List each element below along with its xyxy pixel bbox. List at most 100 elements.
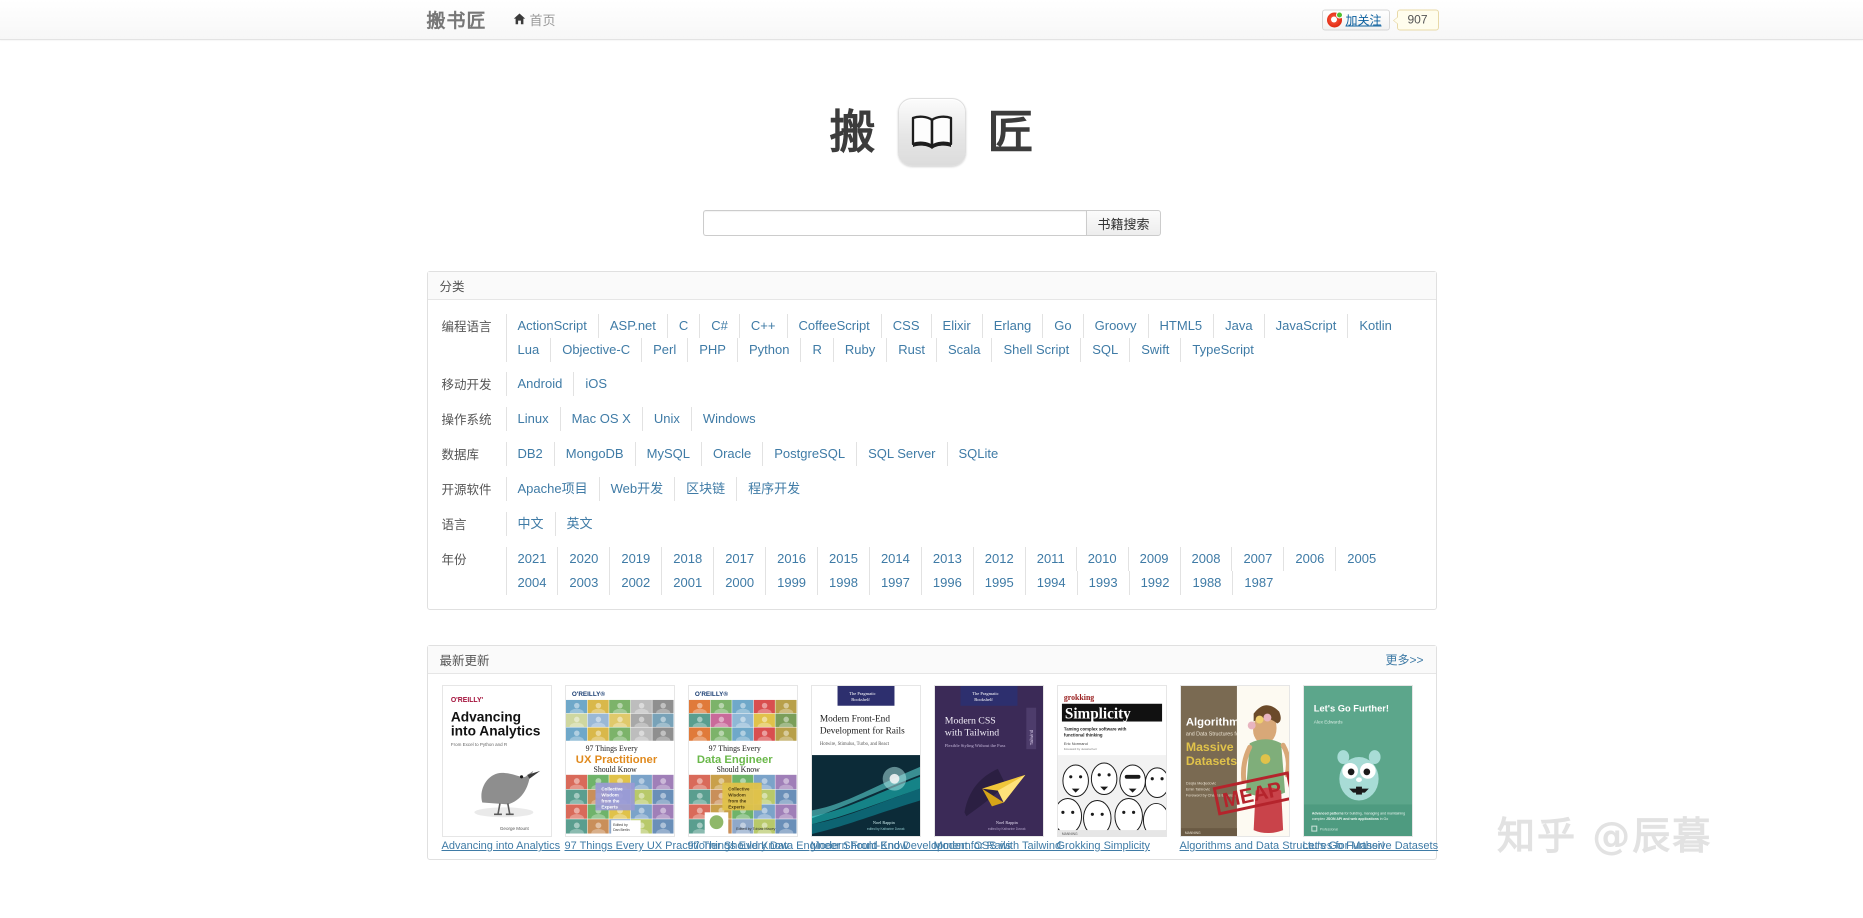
category-link[interactable]: Python bbox=[737, 338, 800, 362]
site-logo[interactable]: 搬 匠 bbox=[427, 98, 1437, 166]
category-link[interactable]: Erlang bbox=[982, 314, 1043, 338]
category-link[interactable]: MySQL bbox=[635, 442, 701, 466]
category-link[interactable]: Go bbox=[1042, 314, 1082, 338]
category-link[interactable]: Android bbox=[506, 372, 574, 396]
category-link[interactable]: 2004 bbox=[506, 571, 558, 595]
book-title-link[interactable]: Modern CSS with Tailwind bbox=[934, 840, 1062, 852]
category-link[interactable]: Apache项目 bbox=[506, 477, 599, 501]
category-link[interactable]: 2015 bbox=[817, 547, 869, 571]
category-link[interactable]: Windows bbox=[691, 407, 767, 431]
category-link[interactable]: 1995 bbox=[973, 571, 1025, 595]
book-card[interactable]: O'REILLY® 97 Things Every Data Engineer … bbox=[688, 685, 798, 853]
category-link[interactable]: 1999 bbox=[765, 571, 817, 595]
category-link[interactable]: iOS bbox=[573, 372, 618, 396]
category-link[interactable]: 2018 bbox=[661, 547, 713, 571]
book-title-link[interactable]: Advancing into Analytics bbox=[442, 840, 561, 852]
category-link[interactable]: 1998 bbox=[817, 571, 869, 595]
book-cover-image[interactable]: Let's Go Further! Alex Edwards Advanced … bbox=[1303, 685, 1413, 837]
category-link[interactable]: 2006 bbox=[1283, 547, 1335, 571]
book-card[interactable]: Let's Go Further! Alex Edwards Advanced … bbox=[1303, 685, 1413, 853]
category-link[interactable]: 2009 bbox=[1128, 547, 1180, 571]
category-link[interactable]: 2011 bbox=[1025, 547, 1076, 571]
category-link[interactable]: 2007 bbox=[1231, 547, 1283, 571]
category-link[interactable]: Linux bbox=[506, 407, 560, 431]
category-link[interactable]: JavaScript bbox=[1264, 314, 1348, 338]
category-link[interactable]: 2010 bbox=[1076, 547, 1128, 571]
category-link[interactable]: SQLite bbox=[947, 442, 1010, 466]
category-link[interactable]: 1988 bbox=[1180, 571, 1232, 595]
category-link[interactable]: 2005 bbox=[1335, 547, 1387, 571]
category-link[interactable]: 2013 bbox=[921, 547, 973, 571]
book-cover-image[interactable]: The Pragmatic Bookshelf Modern CSS with … bbox=[934, 685, 1044, 837]
book-cover-image[interactable]: Algorithms and Data Structures for Massi… bbox=[1180, 685, 1290, 837]
category-link[interactable]: Lua bbox=[506, 338, 551, 362]
book-card[interactable]: grokking Simplicity Taming complex softw… bbox=[1057, 685, 1167, 853]
site-brand[interactable]: 搬书匠 bbox=[427, 6, 487, 33]
category-link[interactable]: 程序开发 bbox=[736, 477, 811, 501]
category-link[interactable]: Kotlin bbox=[1347, 314, 1403, 338]
category-link[interactable]: 2019 bbox=[609, 547, 661, 571]
category-link[interactable]: MongoDB bbox=[554, 442, 635, 466]
book-cover-image[interactable]: The Pragmatic Bookshelf Modern Front-End… bbox=[811, 685, 921, 837]
category-link[interactable]: Rust bbox=[886, 338, 936, 362]
book-card[interactable]: O'REILLY® 97 Things Every UX Practitione… bbox=[565, 685, 675, 853]
book-card[interactable]: The Pragmatic Bookshelf Modern CSS with … bbox=[934, 685, 1044, 853]
category-link[interactable]: R bbox=[800, 338, 832, 362]
search-button[interactable]: 书籍搜索 bbox=[1086, 210, 1160, 236]
nav-item-home[interactable]: 首页 bbox=[513, 10, 556, 29]
category-link[interactable]: 2000 bbox=[713, 571, 765, 595]
category-link[interactable]: 中文 bbox=[506, 512, 555, 536]
category-link[interactable]: 2002 bbox=[609, 571, 661, 595]
book-cover-image[interactable]: O'REILLY' Advancing into Analytics From … bbox=[442, 685, 552, 837]
category-link[interactable]: Web开发 bbox=[599, 477, 675, 501]
category-link[interactable]: CSS bbox=[881, 314, 931, 338]
book-cover-image[interactable]: O'REILLY® 97 Things Every UX Practitione… bbox=[565, 685, 675, 837]
category-link[interactable]: SQL bbox=[1080, 338, 1129, 362]
category-link[interactable]: Ruby bbox=[833, 338, 886, 362]
category-link[interactable]: C# bbox=[699, 314, 739, 338]
category-link[interactable]: 2020 bbox=[557, 547, 609, 571]
category-link[interactable]: PHP bbox=[687, 338, 737, 362]
category-link[interactable]: 2017 bbox=[713, 547, 765, 571]
category-link[interactable]: Objective-C bbox=[550, 338, 641, 362]
category-link[interactable]: 2008 bbox=[1180, 547, 1232, 571]
category-link[interactable]: Groovy bbox=[1083, 314, 1148, 338]
category-link[interactable]: 2014 bbox=[869, 547, 921, 571]
category-link[interactable]: Elixir bbox=[931, 314, 982, 338]
category-link[interactable]: C++ bbox=[739, 314, 787, 338]
search-input[interactable] bbox=[703, 210, 1087, 236]
category-link[interactable]: Shell Script bbox=[991, 338, 1080, 362]
category-link[interactable]: SQL Server bbox=[856, 442, 946, 466]
category-link[interactable]: DB2 bbox=[506, 442, 554, 466]
category-link[interactable]: PostgreSQL bbox=[762, 442, 856, 466]
book-card[interactable]: Algorithms and Data Structures for Massi… bbox=[1180, 685, 1290, 853]
book-cover-image[interactable]: grokking Simplicity Taming complex softw… bbox=[1057, 685, 1167, 837]
book-card[interactable]: O'REILLY' Advancing into Analytics From … bbox=[442, 685, 552, 853]
category-link[interactable]: HTML5 bbox=[1148, 314, 1214, 338]
book-title-link[interactable]: Let's Go Further! bbox=[1303, 840, 1385, 852]
category-link[interactable]: 区块链 bbox=[674, 477, 736, 501]
book-cover-image[interactable]: O'REILLY® 97 Things Every Data Engineer … bbox=[688, 685, 798, 837]
category-link[interactable]: 1993 bbox=[1077, 571, 1129, 595]
category-link[interactable]: 2003 bbox=[557, 571, 609, 595]
category-link[interactable]: Oracle bbox=[701, 442, 762, 466]
category-link[interactable]: 2021 bbox=[506, 547, 558, 571]
category-link[interactable]: CoffeeScript bbox=[787, 314, 881, 338]
category-link[interactable]: Java bbox=[1213, 314, 1263, 338]
category-link[interactable]: 2016 bbox=[765, 547, 817, 571]
latest-more-link[interactable]: 更多>> bbox=[1385, 651, 1423, 668]
book-title-link[interactable]: Grokking Simplicity bbox=[1057, 840, 1151, 852]
category-link[interactable]: C bbox=[667, 314, 699, 338]
weibo-follow-button[interactable]: 加关注 bbox=[1322, 9, 1389, 30]
category-link[interactable]: Mac OS X bbox=[560, 407, 642, 431]
category-link[interactable]: 英文 bbox=[555, 512, 604, 536]
book-card[interactable]: The Pragmatic Bookshelf Modern Front-End… bbox=[811, 685, 921, 853]
category-link[interactable]: Swift bbox=[1129, 338, 1180, 362]
category-link[interactable]: 2001 bbox=[661, 571, 713, 595]
category-link[interactable]: Unix bbox=[642, 407, 691, 431]
category-link[interactable]: Scala bbox=[936, 338, 992, 362]
category-link[interactable]: 1997 bbox=[869, 571, 921, 595]
category-link[interactable]: ActionScript bbox=[506, 314, 598, 338]
category-link[interactable]: 1992 bbox=[1129, 571, 1181, 595]
category-link[interactable]: ASP.net bbox=[598, 314, 667, 338]
